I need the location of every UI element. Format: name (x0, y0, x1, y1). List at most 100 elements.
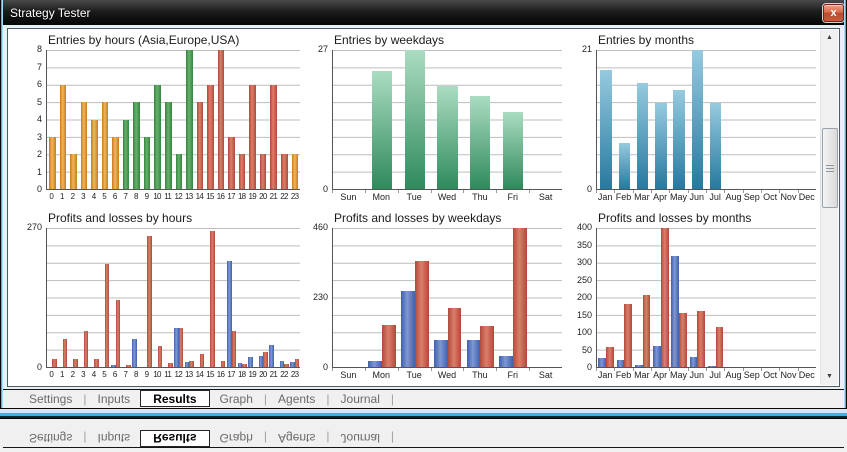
profit-bar (132, 339, 136, 367)
bars-layer (333, 228, 562, 367)
bar-slot (121, 228, 132, 367)
bar-slot (634, 50, 652, 189)
bar-slot (464, 228, 497, 367)
x-tick-label: Aug (724, 191, 742, 203)
bar-slot (68, 50, 79, 189)
scroll-up-button[interactable]: ▲ (821, 30, 838, 46)
x-tick-label: Nov (779, 369, 797, 381)
chart-entries-by-hours: Entries by hours (Asia,Europe,USA)012345… (18, 33, 302, 203)
x-tick-label: Sat (529, 191, 562, 203)
bar-slot (131, 50, 142, 189)
bar-slot (58, 50, 69, 189)
window-title: Strategy Tester (1, 6, 90, 20)
bar-slot (184, 228, 195, 367)
bar-slot (670, 228, 688, 367)
bar-slot (597, 50, 615, 189)
y-tick-label: 50 (582, 345, 592, 355)
tab-agents[interactable]: Agents (268, 392, 325, 406)
loss-bar (210, 231, 214, 367)
bar-slot (761, 50, 779, 189)
bar (81, 102, 88, 189)
x-tick-label: 20 (258, 369, 269, 381)
x-tick-label: 7 (120, 191, 131, 203)
x-tick-label: Jun (688, 369, 706, 381)
scroll-up-icon: ▲ (826, 34, 833, 41)
bar (600, 70, 611, 189)
tab-settings[interactable]: Settings (19, 392, 82, 406)
bar-slot (247, 50, 258, 189)
bar-slot (497, 228, 530, 367)
x-tick-label: Mar (633, 369, 651, 381)
x-tick-label: 10 (152, 191, 163, 203)
loss-bar (126, 365, 130, 367)
bars-layer (47, 50, 300, 189)
bar (60, 85, 67, 189)
bar (249, 85, 256, 189)
reflected-tab-inputs: Inputs (87, 431, 140, 445)
x-axis: JanFebMarAprMayJunJulAugSepOctNovDec (596, 369, 816, 381)
bar-slot (652, 50, 670, 189)
x-tick-label: Fri (496, 191, 529, 203)
tab-results[interactable]: Results (140, 390, 209, 407)
bar-slot (237, 50, 248, 189)
loss-bar (158, 346, 162, 367)
x-tick-label: Thu (463, 369, 496, 381)
bar-slot (100, 50, 111, 189)
loss-bar (52, 359, 56, 367)
plot-area (332, 50, 562, 190)
x-tick-label: 14 (194, 369, 205, 381)
tab-inputs[interactable]: Inputs (87, 392, 140, 406)
tab-graph[interactable]: Graph (210, 392, 263, 406)
x-tick-label: Jan (596, 369, 614, 381)
x-tick-label: Jul (706, 191, 724, 203)
vertical-scrollbar[interactable]: ▲ ▼ (820, 30, 838, 385)
y-tick-label: 350 (577, 240, 592, 250)
scroll-down-button[interactable]: ▼ (821, 369, 838, 385)
y-tick-label: 3 (37, 132, 42, 142)
close-button[interactable]: x (823, 4, 844, 22)
y-tick-label: 0 (323, 362, 328, 372)
bar-slot (174, 228, 185, 367)
x-tick-label: 9 (141, 369, 152, 381)
y-tick-label: 400 (577, 222, 592, 232)
y-tick-label: 1 (37, 167, 42, 177)
profit-bar (708, 366, 716, 367)
x-tick-label: 13 (184, 369, 195, 381)
bar-slot (110, 228, 121, 367)
y-tick-label: 0 (323, 184, 328, 194)
y-tick-label: 7 (37, 62, 42, 72)
x-tick-label: Sat (529, 369, 562, 381)
bar (437, 86, 457, 189)
profit-bar (635, 365, 643, 367)
bar (123, 120, 130, 190)
scrollbar-thumb[interactable] (822, 128, 838, 208)
bars-layer (597, 228, 816, 367)
plot-area (46, 228, 300, 368)
x-tick-label: 17 (226, 191, 237, 203)
bar (91, 120, 98, 190)
reflected-tab-results: Results (140, 430, 209, 447)
bar-slot (226, 50, 237, 189)
x-tick-label: Tue (398, 191, 431, 203)
bar (144, 137, 151, 189)
bar-slot (216, 228, 227, 367)
plot-area (596, 50, 816, 190)
y-tick-label: 0 (587, 362, 592, 372)
tab-journal[interactable]: Journal (331, 392, 390, 406)
bar-slot (47, 50, 58, 189)
bar-slot (398, 228, 431, 367)
loss-bar (480, 326, 494, 367)
x-tick-label: 22 (279, 191, 290, 203)
x-tick-label: Sep (743, 369, 761, 381)
bar-slot (597, 228, 615, 367)
loss-bar (295, 359, 299, 367)
x-tick-label: 9 (141, 191, 152, 203)
reflection-strip: Settings|InputsResultsGraph|Agents|Journ… (3, 419, 844, 452)
x-tick-label: Apr (651, 191, 669, 203)
y-tick-label: 5 (37, 97, 42, 107)
loss-bar (84, 331, 88, 367)
bar-slot (142, 50, 153, 189)
loss-bar (513, 228, 527, 367)
bar-slot (174, 50, 185, 189)
x-tick-label: Wed (431, 369, 464, 381)
